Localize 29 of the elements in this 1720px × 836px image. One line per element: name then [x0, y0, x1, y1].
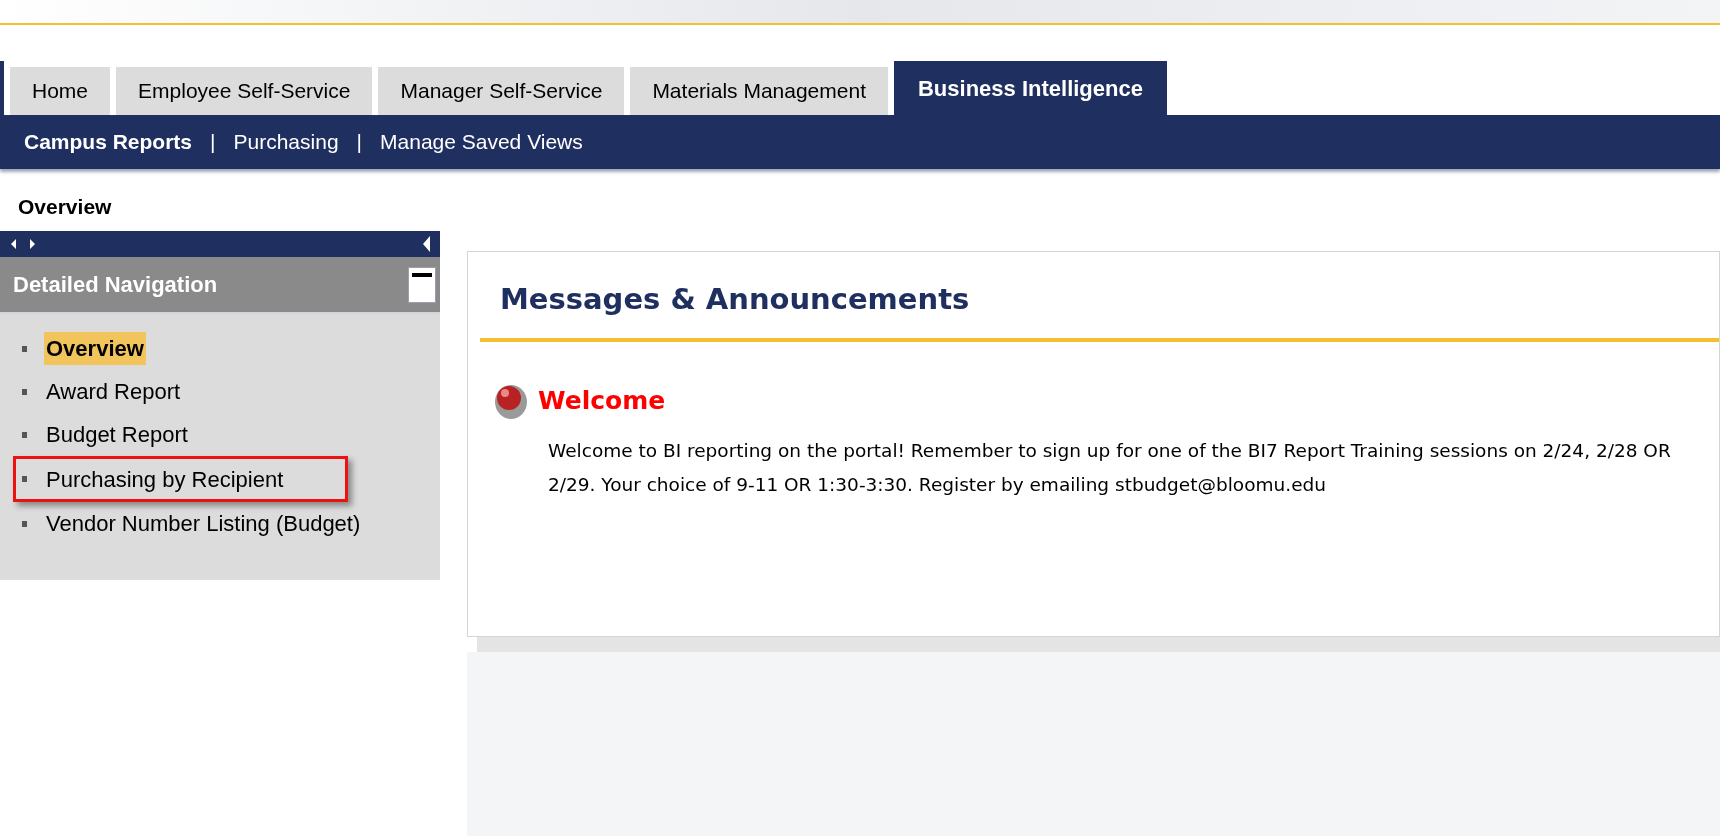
nav-tab[interactable]: Materials Management [630, 67, 888, 115]
bullet-icon [22, 476, 27, 482]
bullet-icon [22, 520, 27, 527]
bullet-icon [22, 431, 27, 438]
sidebar-link[interactable]: Purchasing by Recipient [44, 462, 286, 496]
panel-title: Messages & Announcements [480, 278, 1719, 342]
sidebar-link[interactable]: Budget Report [44, 418, 190, 451]
sidebar-title: Detailed Navigation [13, 271, 218, 299]
nav-tab[interactable]: Home [10, 67, 111, 115]
nav-tab[interactable]: Employee Self-Service [116, 67, 373, 115]
sidebar-link[interactable]: Vendor Number Listing (Budget) [44, 507, 363, 540]
message-heading: Welcome [538, 385, 666, 417]
separator: | [209, 129, 217, 156]
scroll-arrows-icon[interactable] [10, 237, 38, 251]
minus-icon [412, 272, 432, 277]
subnav-link[interactable]: Campus Reports [24, 126, 193, 158]
minimize-button[interactable] [408, 266, 436, 303]
bullet-icon [22, 345, 27, 352]
message-text: Welcome to BI reporting on the portal! Remember to sign up for one of the BI7 Report Training sessions on 2/24, 2/28 OR 2/29. Your choice of 9-11 OR 1:30-3:30. Register by emailing stbudget@bloomu.edu [547, 438, 1672, 497]
sidebar-link[interactable]: Award Report [44, 375, 183, 408]
collapse-arrow-icon[interactable] [422, 236, 430, 252]
subnav-link[interactable]: Purchasing [233, 126, 339, 158]
subnav-link[interactable]: Manage Saved Views [380, 126, 583, 158]
bullet-icon [22, 388, 27, 395]
sidebar-link[interactable]: Overview [44, 332, 146, 365]
page-title: Overview [18, 195, 112, 218]
nav-tab[interactable]: Manager Self-Service [378, 67, 625, 115]
separator: | [355, 129, 364, 156]
nav-tab[interactable]: Business Intelligence [894, 61, 1167, 115]
